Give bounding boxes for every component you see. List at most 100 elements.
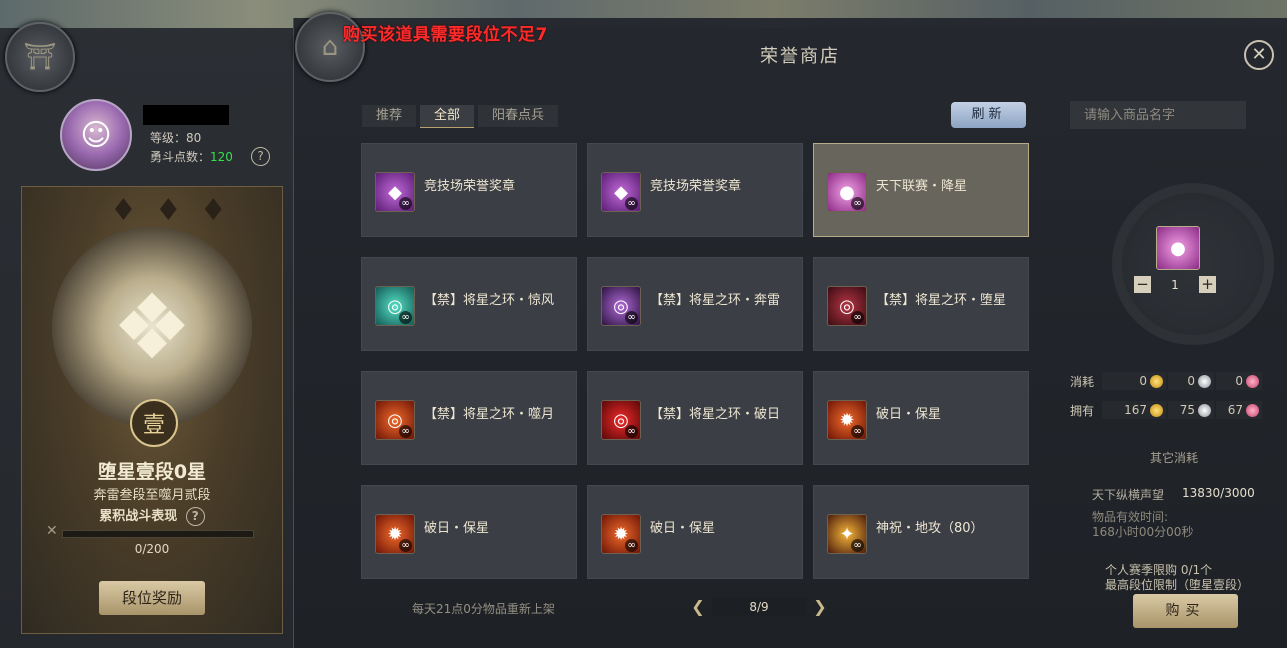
page-title: 荣誉商店 bbox=[760, 46, 840, 67]
consume-row: 消耗 0 0 0 bbox=[1070, 372, 1264, 390]
reputation-value: 13830/3000 bbox=[1182, 486, 1255, 500]
shop-item[interactable]: ◆ ∞ 竞技场荣誉奖章 bbox=[587, 143, 803, 237]
shop-item-label: 【禁】将星之环・惊风 bbox=[424, 293, 555, 308]
medal-icon: ◆ ∞ bbox=[375, 172, 415, 212]
silver-coin-icon bbox=[1198, 403, 1211, 417]
shop-item[interactable]: ◎ ∞ 【禁】将星之环・惊风 bbox=[361, 257, 577, 351]
infinity-icon: ∞ bbox=[851, 539, 864, 552]
tab-all[interactable]: 全部 bbox=[420, 105, 475, 128]
own-silver: 75 bbox=[1179, 403, 1195, 417]
own-pink: 67 bbox=[1227, 403, 1243, 417]
rank-range: 奔雷叁段至噬月贰段 bbox=[93, 488, 211, 503]
refresh-button[interactable]: 刷新 bbox=[951, 102, 1026, 128]
ring-icon: ◎ ∞ bbox=[375, 400, 415, 440]
tab-spring-event[interactable]: 阳春点兵 bbox=[478, 105, 559, 127]
restock-note: 每天21点0分物品重新上架 bbox=[412, 602, 555, 616]
flame-icon: ♦ bbox=[154, 193, 182, 228]
infinity-icon: ∞ bbox=[851, 425, 864, 438]
buy-button[interactable]: 购买 bbox=[1133, 594, 1238, 628]
infinity-icon: ∞ bbox=[399, 539, 412, 552]
quantity-stepper: − 1 + bbox=[1134, 276, 1216, 293]
rank-card: ♦ ♦ ♦ ❖ 壹 堕星壹段0星 奔雷叁段至噬月贰段 累积战斗表现 ? ✕ 0/… bbox=[21, 186, 283, 634]
shop-item[interactable]: ◆ ∞ 竞技场荣誉奖章 bbox=[361, 143, 577, 237]
increase-button[interactable]: + bbox=[1199, 276, 1216, 293]
ring-icon: ◎ ∞ bbox=[375, 286, 415, 326]
brave-points: 勇斗点数：120 bbox=[150, 148, 233, 165]
shop-item[interactable]: ✹ ∞ 破日・保星 bbox=[587, 485, 803, 579]
ring-icon: ◎ ∞ bbox=[827, 286, 867, 326]
shop-item-label: 天下联赛・降星 bbox=[876, 179, 968, 194]
potion-icon: ● bbox=[1156, 226, 1200, 270]
infinity-icon: ∞ bbox=[625, 197, 638, 210]
player-name-redacted bbox=[143, 105, 229, 125]
other-cost-title: 其它消耗 bbox=[1150, 451, 1199, 465]
own-gold: 167 bbox=[1124, 403, 1147, 417]
shop-tabs: 推荐 全部 阳春点兵 bbox=[362, 105, 559, 128]
potion-icon: ● ∞ bbox=[827, 172, 867, 212]
flame-icon: ✹ ∞ bbox=[827, 400, 867, 440]
brave-points-value: 120 bbox=[210, 150, 233, 164]
flame-icon: ♦ bbox=[199, 193, 227, 228]
own-label: 拥有 bbox=[1070, 403, 1095, 418]
rank-limit: 最高段位限制（堕星壹段） bbox=[1105, 578, 1250, 592]
infinity-icon: ∞ bbox=[625, 425, 638, 438]
flame-icon: ✹ ∞ bbox=[375, 514, 415, 554]
help-icon[interactable]: ? bbox=[251, 147, 270, 166]
consume-label: 消耗 bbox=[1070, 374, 1095, 389]
wing-icon: ✦ ∞ bbox=[827, 514, 867, 554]
quantity-value[interactable]: 1 bbox=[1151, 278, 1199, 292]
shop-item[interactable]: ✹ ∞ 破日・保星 bbox=[813, 371, 1029, 465]
shop-item-label: 【禁】将星之环・奔雷 bbox=[650, 293, 781, 308]
rank-name: 堕星壹段0星 bbox=[97, 461, 207, 483]
rank-performance: 累积战斗表现 ? bbox=[22, 505, 282, 526]
shop-item-label: 【禁】将星之环・破日 bbox=[650, 407, 781, 422]
silver-coin-icon bbox=[1198, 374, 1211, 388]
consume-pink: 0 bbox=[1235, 374, 1243, 388]
pink-coin-icon bbox=[1246, 374, 1259, 388]
close-button[interactable]: ✕ bbox=[1244, 40, 1274, 70]
rank-reward-button[interactable]: 段位奖励 bbox=[99, 581, 205, 615]
rank-flames: ♦ ♦ ♦ bbox=[110, 193, 227, 228]
close-icon: ✕ bbox=[46, 523, 58, 539]
shop-item[interactable]: ◎ ∞ 【禁】将星之环・噬月 bbox=[361, 371, 577, 465]
shop-item-label: 竞技场荣誉奖章 bbox=[424, 179, 516, 194]
help-icon[interactable]: ? bbox=[185, 507, 205, 526]
avatar: ☺ bbox=[60, 99, 132, 171]
decrease-button[interactable]: − bbox=[1134, 276, 1151, 293]
infinity-icon: ∞ bbox=[399, 311, 412, 324]
shop-item-label: 神祝・地攻（80） bbox=[876, 521, 984, 536]
shop-item[interactable]: ◎ ∞ 【禁】将星之环・堕星 bbox=[813, 257, 1029, 351]
infinity-icon: ∞ bbox=[625, 311, 638, 324]
shop-item[interactable]: ● ∞ 天下联赛・降星 bbox=[813, 143, 1029, 237]
medal-icon: ◆ ∞ bbox=[601, 172, 641, 212]
shop-item-label: 竞技场荣誉奖章 bbox=[650, 179, 742, 194]
own-row: 拥有 167 75 67 bbox=[1070, 401, 1264, 419]
infinity-icon: ∞ bbox=[399, 197, 412, 210]
pink-coin-icon bbox=[1246, 403, 1259, 417]
infinity-icon: ∞ bbox=[625, 539, 638, 552]
tab-recommended[interactable]: 推荐 bbox=[362, 105, 417, 127]
shop-item-label: 【禁】将星之环・堕星 bbox=[876, 293, 1007, 308]
league-emblem-icon: ⛩ bbox=[5, 22, 75, 92]
shop-item[interactable]: ◎ ∞ 【禁】将星之环・破日 bbox=[587, 371, 803, 465]
shop-item-label: 【禁】将星之环・噬月 bbox=[424, 407, 555, 422]
chevron-left-icon[interactable]: ❮ bbox=[690, 597, 706, 616]
reputation-label: 天下纵横声望 bbox=[1092, 488, 1165, 502]
shop-item[interactable]: ◎ ∞ 【禁】将星之环・奔雷 bbox=[587, 257, 803, 351]
rank-seal: 壹 bbox=[130, 399, 178, 447]
brave-points-label: 勇斗点数： bbox=[150, 150, 211, 164]
flame-icon: ♦ bbox=[110, 193, 137, 228]
flame-icon: ✹ ∞ bbox=[601, 514, 641, 554]
shop-item-label: 破日・保星 bbox=[876, 407, 942, 422]
rank-progress-bar bbox=[62, 530, 254, 538]
rank-performance-label: 累积战斗表现 bbox=[99, 509, 178, 524]
shop-item[interactable]: ✹ ∞ 破日・保星 bbox=[361, 485, 577, 579]
search-input[interactable] bbox=[1070, 101, 1246, 129]
shop-item-label: 破日・保星 bbox=[424, 521, 490, 536]
infinity-icon: ∞ bbox=[851, 311, 864, 324]
chevron-right-icon[interactable]: ❯ bbox=[812, 597, 828, 616]
player-level: 等级：80 bbox=[150, 131, 202, 145]
shop-item[interactable]: ✦ ∞ 神祝・地攻（80） bbox=[813, 485, 1029, 579]
rank-beast-emblem: ❖ bbox=[52, 227, 252, 427]
consume-silver: 0 bbox=[1187, 374, 1195, 388]
